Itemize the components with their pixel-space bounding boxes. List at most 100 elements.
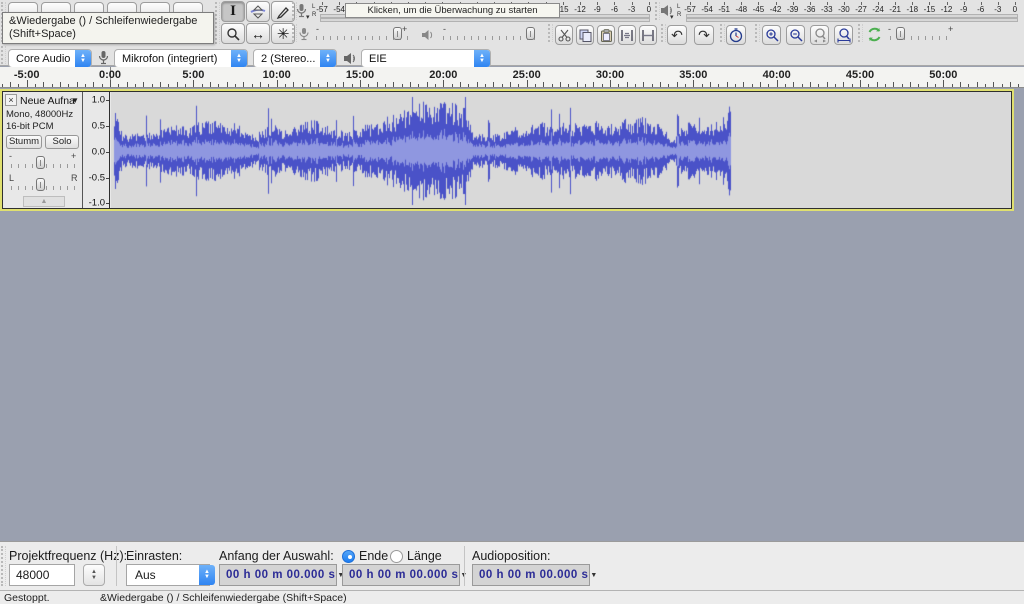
field-dropdown-arrow-icon[interactable]: ▼ <box>590 572 597 579</box>
fit-project-button[interactable] <box>810 25 829 45</box>
paste-button[interactable] <box>597 25 615 45</box>
recording-device-dropdown[interactable]: Mikrofon (integriert)▲▼ <box>114 49 248 68</box>
envelope-tool-button[interactable] <box>246 1 270 22</box>
meter-scale-number: -12 <box>941 5 953 14</box>
multi-tool-icon: ✳ <box>277 25 290 43</box>
stopwatch-icon <box>729 28 743 43</box>
solo-button[interactable]: Solo <box>45 135 79 149</box>
waveform-area[interactable] <box>111 92 1011 208</box>
snap-to-dropdown[interactable]: Aus ▲▼ <box>126 564 210 586</box>
timeline-tick <box>810 82 811 87</box>
timeline-tick <box>585 84 586 87</box>
meter-scale-number: -3 <box>628 5 635 14</box>
timeline-tick <box>1010 82 1011 87</box>
timeline-tick <box>952 84 953 87</box>
timeline-tick <box>177 82 178 87</box>
recording-channels-dropdown[interactable]: 2 (Stereo...▲▼ <box>253 49 337 68</box>
timeline-tick <box>552 84 553 87</box>
monitoring-hint[interactable]: Klicken, um die Überwachung zu starten <box>345 3 560 18</box>
meter-scale-number: -33 <box>821 5 833 14</box>
tooltip: &Wiedergabe () / Schleifenwiedergabe (Sh… <box>2 12 214 44</box>
divider <box>464 546 465 586</box>
timeline-label: 35:00 <box>679 69 707 81</box>
gain-slider[interactable] <box>36 156 45 169</box>
zoom-out-button[interactable] <box>786 25 805 45</box>
timeline-tick <box>568 84 569 87</box>
mixer-toolbar-grip[interactable] <box>292 24 297 42</box>
timeline-label: 50:00 <box>929 69 957 81</box>
timeline-tick <box>335 84 336 87</box>
project-rate-input[interactable]: 48000 <box>9 564 75 586</box>
project-rate-stepper[interactable]: ▲▼ <box>83 564 105 586</box>
waveform[interactable] <box>111 92 1012 209</box>
timeline-tick <box>210 82 211 87</box>
redo-button[interactable]: ↷ <box>694 25 714 45</box>
timeshift-tool-button[interactable]: ↔ <box>246 23 270 44</box>
sync-toolbar-grip[interactable] <box>858 24 863 42</box>
timeline-label: 20:00 <box>429 69 457 81</box>
timeline-tick <box>785 84 786 87</box>
playback-device-dropdown[interactable]: EIE▲▼ <box>361 49 491 68</box>
project-rate-label: Projektfrequenz (Hz): <box>9 549 127 563</box>
timeline-tick <box>360 80 361 87</box>
timeline-ruler[interactable]: -5:000:005:0010:0015:0020:0025:0030:0035… <box>0 67 1024 88</box>
zoom-tool-button[interactable] <box>221 23 245 44</box>
meter-scale-number: -48 <box>736 5 748 14</box>
selection-end-field[interactable]: 00 h 00 m 00.000 s▼ <box>342 564 460 586</box>
timeline-tick <box>368 84 369 87</box>
input-volume-slider[interactable] <box>393 27 402 40</box>
timeline-tick <box>285 84 286 87</box>
play-at-speed-button[interactable] <box>726 25 746 45</box>
timeline-tick <box>235 84 236 87</box>
zoom-in-button[interactable] <box>762 25 781 45</box>
silence-audio-button[interactable] <box>639 25 657 45</box>
timeline-tick <box>610 80 611 87</box>
selection-start-field[interactable]: 00 h 00 m 00.000 s▼ <box>219 564 337 586</box>
zoom-toolbar-grip[interactable] <box>755 24 760 42</box>
timeline-tick <box>743 82 744 87</box>
timeline-tick <box>393 82 394 87</box>
undo-toolbar-grip[interactable] <box>661 24 666 42</box>
timer-toolbar-grip[interactable] <box>720 24 725 42</box>
audio-position-field[interactable]: 00 h 00 m 00.000 s▼ <box>472 564 590 586</box>
audio-host-dropdown[interactable]: Core Audio▲▼ <box>8 49 92 68</box>
device-toolbar-grip[interactable] <box>1 46 6 64</box>
radio-end[interactable]: Ende <box>342 549 388 563</box>
envelope-icon <box>250 5 266 19</box>
silence-icon <box>641 29 655 42</box>
timeline-tick <box>460 82 461 87</box>
edit-toolbar-grip[interactable] <box>548 24 553 42</box>
timeline-tick <box>668 84 669 87</box>
meter-scale-tick <box>580 2 581 5</box>
cut-button[interactable] <box>555 25 573 45</box>
fit-selection-button[interactable] <box>834 25 853 45</box>
vertical-ruler[interactable]: 1.0 0.5 0.0 -0.5 -1.0 <box>84 92 110 208</box>
timeline-tick <box>702 84 703 87</box>
meter-scale-tick <box>878 2 879 5</box>
meter-scale-tick <box>844 2 845 5</box>
pan-slider[interactable] <box>36 178 45 191</box>
trim-audio-button[interactable] <box>618 25 636 45</box>
radio-length[interactable]: Länge <box>390 549 442 563</box>
selection-toolbar-grip[interactable] <box>1 546 6 586</box>
track-collapse-button[interactable]: ▲ <box>23 196 65 207</box>
sync-lock-icon[interactable] <box>866 26 883 43</box>
timeline-tick <box>877 82 878 87</box>
undo-button[interactable]: ↶ <box>667 25 687 45</box>
copy-button[interactable] <box>576 25 594 45</box>
track-close-button[interactable]: × <box>5 94 17 106</box>
fit-project-icon <box>813 28 827 43</box>
tools-toolbar-grip[interactable] <box>215 2 220 44</box>
timeline-tick <box>843 82 844 87</box>
track-title[interactable]: Neue Aufna <box>20 95 75 107</box>
radio-dot-icon <box>342 550 355 563</box>
timeline-tick <box>927 82 928 87</box>
track-menu-arrow-icon[interactable]: ▼ <box>71 96 79 105</box>
timeline-tick <box>827 82 828 87</box>
output-volume-slider[interactable] <box>526 27 535 40</box>
mute-button[interactable]: Stumm <box>6 135 42 149</box>
selection-tool-button[interactable]: I <box>221 1 245 22</box>
track-control-panel: × Neue Aufna ▼ Mono, 48000Hz 16-bit PCM … <box>3 92 83 208</box>
track-zoom-slider[interactable] <box>896 27 905 40</box>
meter-scale-tick <box>758 2 759 5</box>
